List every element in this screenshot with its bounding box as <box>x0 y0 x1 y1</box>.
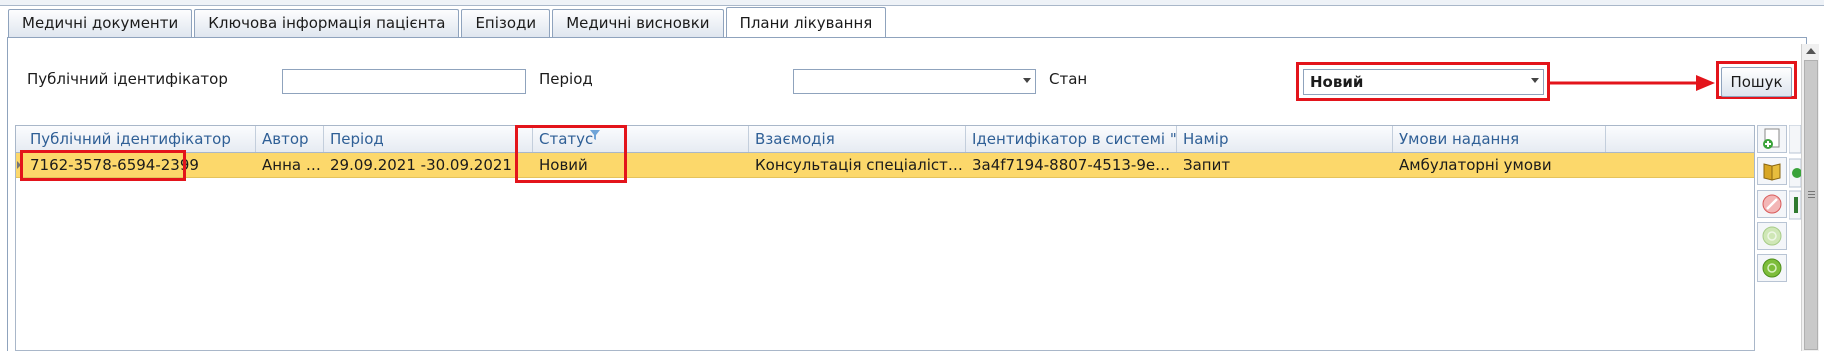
search-button[interactable]: Пошук <box>1721 67 1792 97</box>
scroll-up-icon[interactable] <box>1806 48 1816 54</box>
open-plan-button[interactable] <box>1757 157 1787 185</box>
chevron-down-icon <box>1023 78 1031 83</box>
col-header-interaction[interactable]: Взаємодія <box>749 126 966 152</box>
cell-ehealth-id: 3a4f7194-8807-4513-9e75-6... <box>972 156 1177 174</box>
sign-icon <box>1762 258 1782 278</box>
col-header-conditions[interactable]: Умови надання <box>1393 126 1606 152</box>
pen-icon <box>1789 125 1801 220</box>
cell-author: Анна І... <box>262 156 324 174</box>
table-header: Публічний ідентифікатор Автор Період Ста… <box>16 126 1754 153</box>
scrollbar-thumb[interactable] <box>1804 60 1818 350</box>
cell-period: 29.09.2021 -30.09.2021 <box>330 156 512 174</box>
state-label: Стан <box>1049 70 1088 88</box>
secondary-toolbar-clipped <box>1789 125 1801 221</box>
sign-disabled-icon <box>1762 226 1782 246</box>
window-top-border <box>0 0 1824 6</box>
status-highlight-box <box>515 125 627 183</box>
treatment-plans-table: Публічний ідентифікатор Автор Період Ста… <box>15 125 1755 351</box>
period-label: Період <box>539 70 593 88</box>
document-add-icon <box>1763 128 1780 149</box>
tab-medical-conclusions[interactable]: Медичні висновки <box>552 9 724 37</box>
state-value: Новий <box>1310 73 1364 91</box>
col-header-ehealth-id[interactable]: Ідентифікатор в системі "eHealth" <box>966 126 1177 152</box>
tab-bar: Медичні документи Ключова інформація пац… <box>8 7 888 37</box>
annotation-arrow <box>1550 75 1715 91</box>
cell-conditions: Амбулаторні умови <box>1399 156 1552 174</box>
sign-button[interactable] <box>1757 254 1787 282</box>
tab-key-patient-info[interactable]: Ключова інформація пацієнта <box>194 9 460 37</box>
public-id-input[interactable] <box>282 69 526 94</box>
vertical-scrollbar[interactable] <box>1801 44 1819 351</box>
cell-interaction: Консультація спеціаліста С... <box>755 156 966 174</box>
col-header-public-id[interactable]: Публічний ідентифікатор <box>24 126 256 152</box>
col-header-intent[interactable]: Намір <box>1177 126 1393 152</box>
chevron-down-icon <box>1531 78 1539 83</box>
state-dropdown[interactable]: Новий <box>1303 69 1544 95</box>
col-header-author[interactable]: Автор <box>256 126 324 152</box>
public-id-highlight-box <box>20 150 186 181</box>
col-header-period[interactable]: Період <box>324 126 533 152</box>
sign-disabled-button[interactable] <box>1757 222 1787 250</box>
cell-intent: Запит <box>1183 156 1231 174</box>
cancel-plan-button[interactable] <box>1757 190 1787 218</box>
table-row[interactable]: 7162-3578-6594-2399 Анна І... 29.09.2021… <box>16 153 1754 178</box>
public-id-label: Публічний ідентифікатор <box>27 70 228 88</box>
book-open-icon <box>1763 163 1781 181</box>
tab-treatment-plans[interactable]: Плани лікування <box>725 7 887 37</box>
tab-medical-documents[interactable]: Медичні документи <box>8 9 193 37</box>
cancel-icon <box>1762 194 1782 214</box>
period-dropdown[interactable] <box>793 69 1036 94</box>
add-document-button[interactable] <box>1757 125 1787 153</box>
tab-episodes[interactable]: Епізоди <box>461 9 551 37</box>
